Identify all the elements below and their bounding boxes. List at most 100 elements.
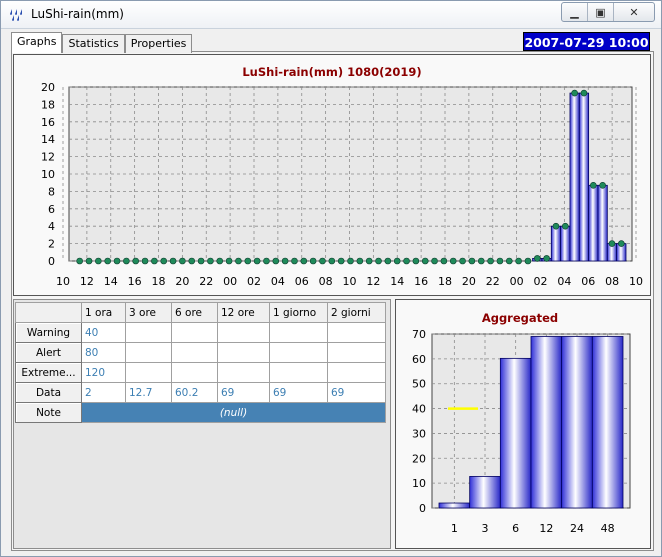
column-header[interactable]: 1 ora [81,302,126,323]
column-header[interactable]: 12 ore [217,302,270,323]
x-tick-label: 12 [539,522,553,535]
data-point [440,257,448,265]
data-point [375,257,382,265]
y-tick-label: 30 [412,427,426,440]
data-bar [597,184,608,262]
y-tick-label: 14 [41,133,55,146]
maximize-button[interactable]: ▣ [588,3,614,21]
table-cell[interactable]: 69 [269,382,328,403]
x-tick-label: 10 [629,275,643,288]
y-tick-label: 6 [48,203,55,216]
x-tick-label: 02 [534,275,548,288]
table-cell[interactable] [125,322,172,343]
data-point [141,257,149,265]
x-tick-label: 16 [128,275,142,288]
table-cell[interactable] [327,362,386,383]
row-header-data[interactable]: Data [15,382,82,403]
app-window: LuShi-rain(mm) ▁ ▣ ✕ Graphs Statistics P… [0,0,662,557]
data-point [151,257,158,265]
table-cell[interactable] [217,322,270,343]
column-header[interactable]: 2 giorni [327,302,386,323]
table-cell[interactable] [171,322,218,343]
tab-statistics[interactable]: Statistics [62,34,125,53]
close-icon: ✕ [629,5,639,19]
x-tick-label: 24 [570,522,584,535]
close-button[interactable]: ✕ [614,3,654,21]
data-point [356,257,364,265]
data-point [207,257,214,265]
row-header-alert[interactable]: Alert [15,342,82,363]
table-cell[interactable] [327,322,386,343]
table-cell[interactable] [171,342,218,363]
datetime-display: 2007-07-29 10:00 [523,32,650,51]
table-corner [15,302,82,323]
tab-properties[interactable]: Properties [124,34,193,53]
table-cell[interactable] [327,342,386,363]
row-header-note[interactable]: Note [15,402,82,423]
data-point [421,257,429,265]
x-tick-label: 10 [343,275,357,288]
x-tick-label: 6 [512,522,519,535]
table-cell[interactable]: 40 [81,322,126,343]
data-point [543,255,550,262]
data-bar [469,476,501,509]
chart-title: Aggregated [482,311,558,325]
table-cell[interactable] [269,362,328,383]
table-cell[interactable]: 120 [81,362,126,383]
table-cell[interactable]: 2 [81,382,126,403]
data-point [412,257,420,265]
table-cell[interactable] [125,342,172,363]
aggregated-chart-panel: Aggregated 0 10 20 30 40 50 60 70 1 3 6 12 24 48 [395,299,651,549]
table-cell[interactable]: 80 [81,342,126,363]
y-tick-label: 50 [412,378,426,391]
tab-graphs[interactable]: Graphs [11,32,63,53]
table-cell[interactable] [125,362,172,383]
data-point [365,257,373,265]
y-tick-label: 60 [412,353,426,366]
data-point [272,257,280,265]
data-point [449,257,457,265]
data-point [95,257,102,265]
data-point [599,182,606,189]
table-row: Note (null) [15,402,386,423]
x-tick-label: 22 [199,275,213,288]
column-header[interactable]: 3 ore [125,302,172,323]
minimize-button[interactable]: ▁ [562,3,588,21]
table-cell[interactable] [217,362,270,383]
table-cell[interactable]: 60.2 [171,382,218,403]
data-point [281,257,289,265]
x-tick-label: 12 [80,275,94,288]
table-cell[interactable] [217,342,270,363]
table-cell[interactable]: 12.7 [125,382,172,403]
y-tick-label: 20 [412,452,426,465]
chart-title: LuShi-rain(mm) 1080(2019) [242,65,421,79]
row-header-warning[interactable]: Warning [15,322,82,343]
table-cell[interactable] [269,342,328,363]
y-tick-label: 12 [41,151,55,164]
data-point [337,257,345,265]
data-point [580,89,588,97]
x-tick-label: 00 [223,275,237,288]
row-header-extreme[interactable]: Extreme... [15,362,82,383]
data-bar [499,357,532,509]
data-point [561,222,569,230]
data-bar [438,502,471,509]
column-header[interactable]: 1 giorno [269,302,328,323]
title-bar[interactable]: LuShi-rain(mm) ▁ ▣ ✕ [1,1,661,29]
note-cell[interactable]: (null) [81,402,386,423]
data-point [319,257,326,265]
column-header[interactable]: 6 ore [171,302,218,323]
data-bar [588,184,599,262]
x-tick-label: 20 [462,275,476,288]
data-bar [591,336,624,509]
data-point [263,257,270,265]
table-cell[interactable]: 69 [217,382,270,403]
x-tick-label: 08 [319,275,333,288]
y-tick-label: 18 [41,98,55,111]
table-cell[interactable]: 69 [327,382,386,403]
table-cell[interactable] [171,362,218,383]
data-bar [569,92,580,262]
y-tick-label: 4 [48,220,55,233]
table-cell[interactable] [269,322,328,343]
data-point [244,257,252,265]
